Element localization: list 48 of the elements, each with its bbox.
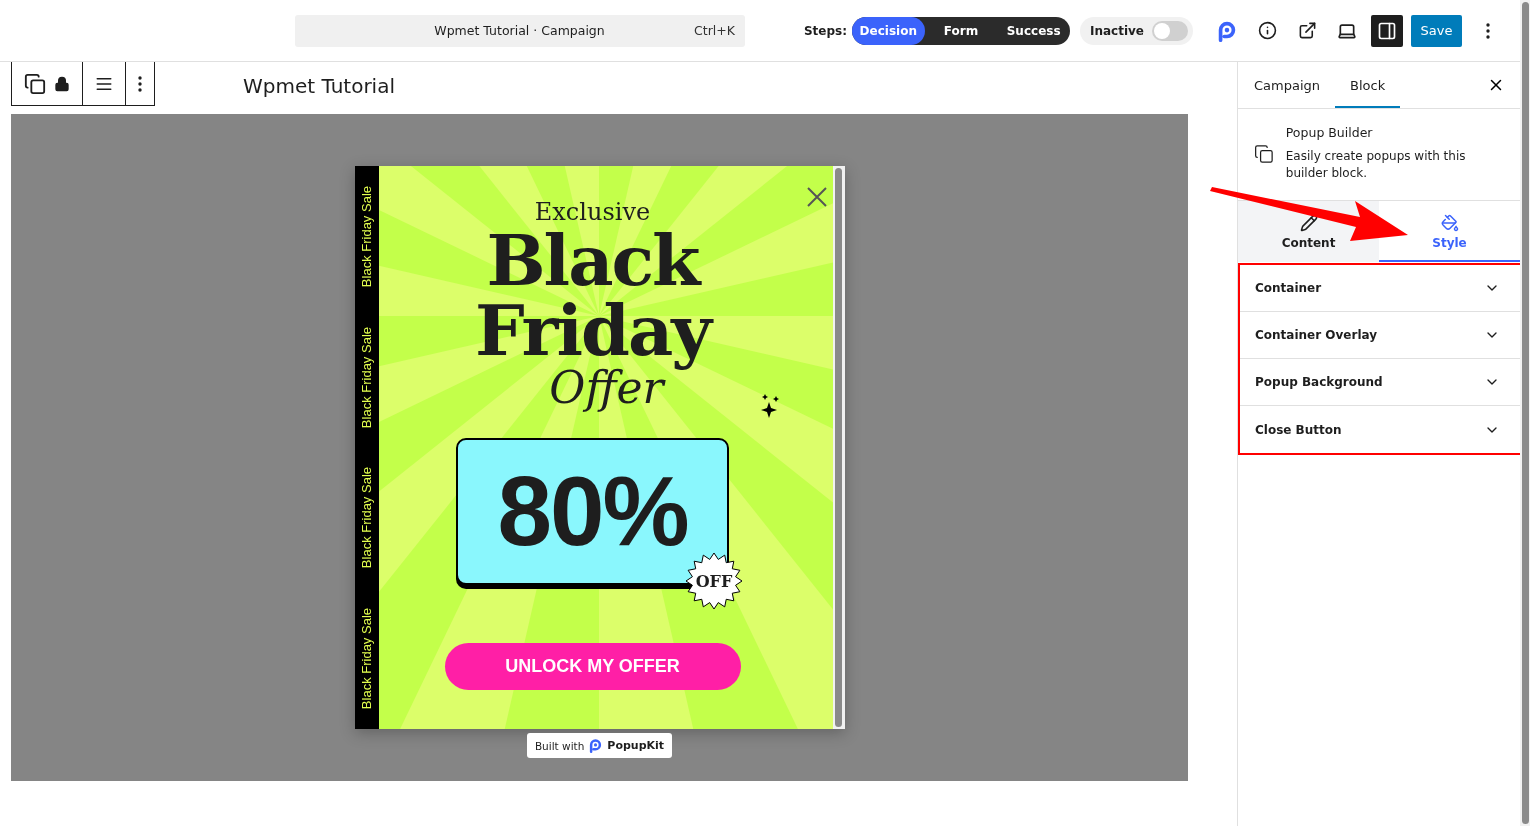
section-title: Container — [1255, 281, 1322, 295]
save-button[interactable]: Save — [1411, 14, 1462, 47]
document-title: Wpmet Tutorial · Campaign — [433, 23, 606, 38]
credit-badge[interactable]: Built with PopupKit — [526, 733, 673, 758]
status-toggle[interactable]: Inactive — [1079, 16, 1193, 45]
command-search-bar[interactable]: Wpmet Tutorial · Campaign Ctrl+K — [295, 14, 745, 47]
sidebar-tab[interactable]: Campaign — [1239, 62, 1336, 108]
sidebar-tab[interactable]: Block — [1335, 62, 1401, 108]
ribbon-text: Black Friday Sale — [359, 185, 374, 287]
step-tab[interactable]: Form — [924, 16, 998, 45]
lock-icon[interactable] — [54, 75, 70, 92]
section-title: Close Button — [1255, 422, 1342, 437]
off-badge: OFF — [686, 553, 742, 609]
ribbon-text: Black Friday Sale — [359, 608, 374, 710]
eyebrow-text: Exclusive — [534, 198, 651, 226]
step-tab[interactable]: Success — [997, 16, 1070, 45]
info-icon — [1257, 21, 1277, 40]
paint-bucket-icon — [1440, 213, 1459, 232]
logo-icon — [1216, 19, 1238, 42]
page-title: Wpmet Tutorial — [243, 74, 395, 98]
headline-text: Black — [486, 226, 699, 296]
credit-prefix: Built with — [534, 739, 585, 752]
brand-name: PopupKit — [607, 739, 665, 752]
status-label: Inactive — [1089, 23, 1144, 38]
close-icon[interactable] — [805, 186, 828, 208]
shortcut-hint: Ctrl+K — [694, 23, 735, 38]
step-tab[interactable]: Decision — [851, 16, 925, 45]
block-description: Easily create popups with this builder block. — [1285, 148, 1467, 182]
pencil-icon — [1299, 213, 1318, 232]
ribbon-text: Black Friday Sale — [359, 326, 374, 428]
script-text: Offer — [549, 366, 664, 410]
logo-icon — [588, 738, 604, 753]
ribbon-text: Black Friday Sale — [359, 467, 374, 569]
panel-icon — [1377, 20, 1397, 41]
sidebar-toggle-button[interactable] — [1371, 14, 1403, 47]
steps-label: Steps: — [803, 23, 847, 38]
kebab-icon[interactable] — [138, 75, 142, 92]
scrollbar[interactable] — [1520, 0, 1530, 826]
toggle-switch[interactable] — [1152, 20, 1188, 41]
section-title: Popup Background — [1255, 375, 1383, 389]
kebab-icon — [1486, 22, 1490, 39]
section-title: Container Overlay — [1255, 328, 1378, 342]
unlock-offer-button[interactable]: UNLOCK MY OFFER — [444, 643, 741, 690]
block-icon[interactable] — [24, 72, 46, 95]
block-title: Popup Builder — [1285, 125, 1374, 140]
external-link-icon — [1297, 21, 1317, 40]
sparkle-icon — [760, 394, 781, 420]
discount-text: 80% — [497, 455, 688, 568]
